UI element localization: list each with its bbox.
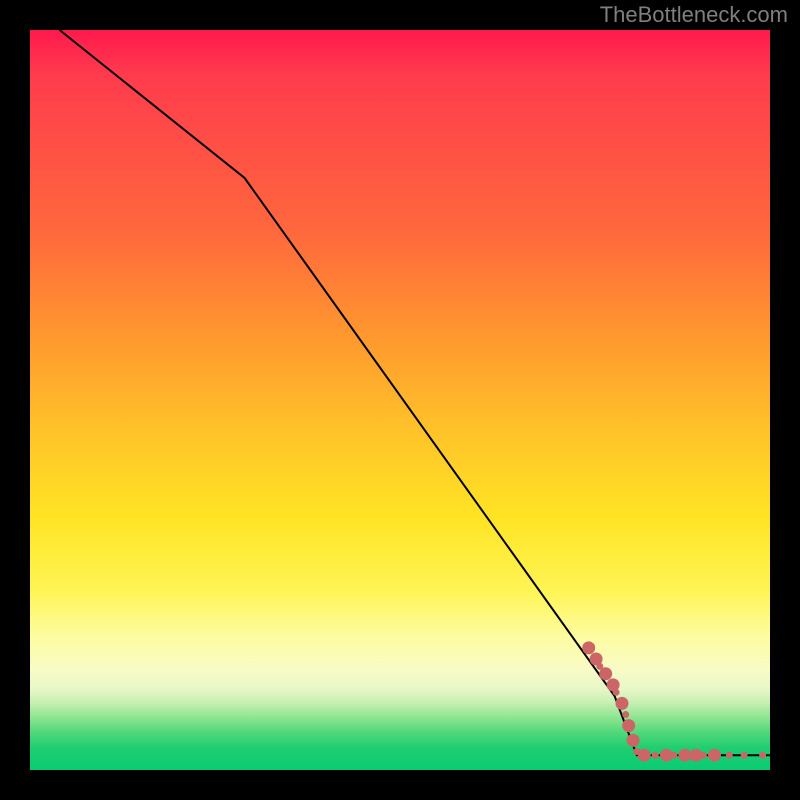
marker-dot [678, 749, 691, 762]
plot-area [30, 30, 770, 770]
marker-group [582, 641, 766, 761]
marker-dot [726, 752, 733, 759]
chart-overlay [30, 30, 770, 770]
marker-dot [613, 689, 620, 696]
marker-dot [622, 719, 635, 732]
marker-dot [652, 752, 659, 759]
marker-dot [759, 752, 766, 759]
marker-dot [700, 752, 707, 759]
marker-dot [622, 711, 629, 718]
chart-frame: TheBottleneck.com [0, 0, 800, 800]
marker-dot [638, 749, 651, 762]
marker-dot [708, 749, 721, 762]
watermark-text: TheBottleneck.com [600, 2, 788, 28]
marker-dot [741, 752, 748, 759]
marker-dot [582, 641, 595, 654]
marker-dot [627, 734, 640, 747]
marker-dot [599, 667, 612, 680]
marker-dot [670, 752, 677, 759]
curve-line [60, 30, 770, 755]
marker-dot [616, 697, 629, 710]
